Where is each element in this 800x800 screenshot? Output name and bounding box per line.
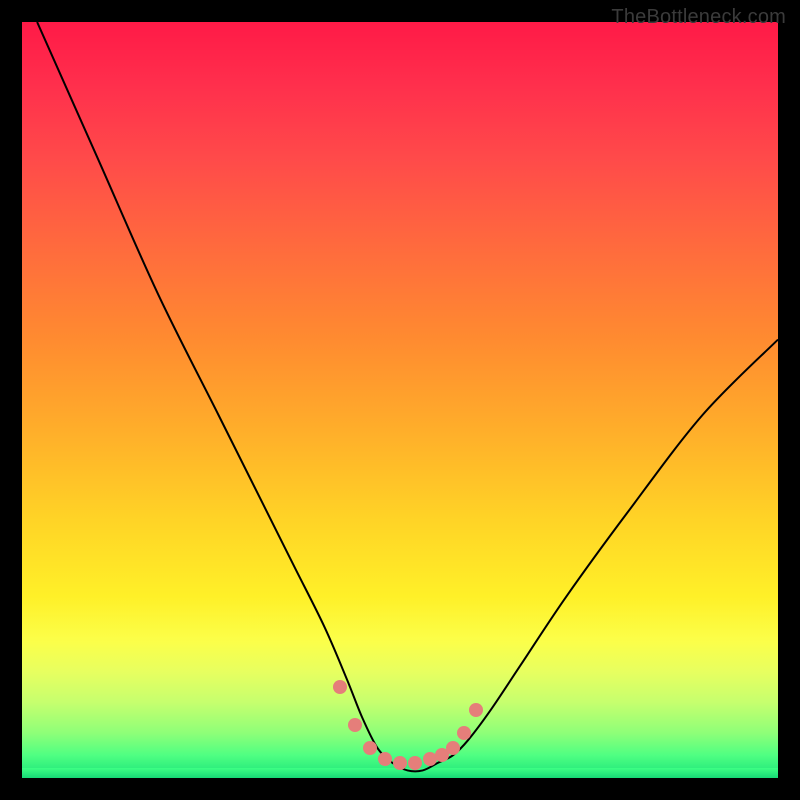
trough-dot <box>333 680 347 694</box>
trough-dot <box>446 741 460 755</box>
trough-dot <box>457 726 471 740</box>
trough-dot <box>423 752 437 766</box>
trough-dot <box>435 748 449 762</box>
trough-dot <box>363 741 377 755</box>
bottleneck-curve <box>22 22 778 778</box>
baseline-green-band <box>22 768 778 778</box>
watermark-text: TheBottleneck.com <box>611 6 786 29</box>
plot-area <box>22 22 778 778</box>
trough-dot <box>378 752 392 766</box>
trough-dot <box>348 718 362 732</box>
chart-frame: TheBottleneck.com <box>0 0 800 800</box>
trough-dot <box>469 703 483 717</box>
